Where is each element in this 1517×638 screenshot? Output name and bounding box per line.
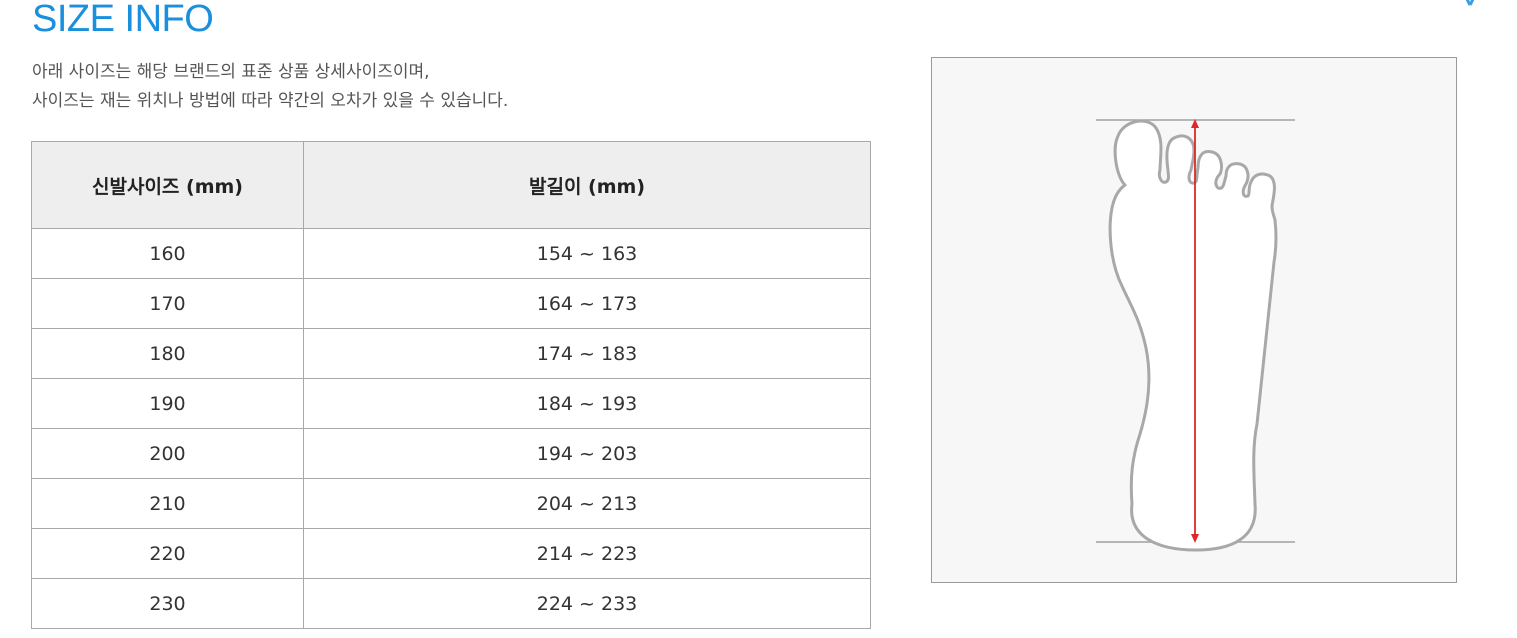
table-row: 210 204 ~ 213 [31, 478, 871, 529]
foot-length-cell: 204 ~ 213 [303, 478, 871, 529]
shoe-size-cell: 170 [31, 278, 304, 329]
description-line-2: 사이즈는 재는 위치나 방법에 따라 약간의 오차가 있을 수 있습니다. [32, 91, 509, 111]
shoe-size-cell: 220 [31, 528, 304, 579]
close-icon[interactable] [1450, 0, 1490, 8]
table-row: 200 194 ~ 203 [31, 428, 871, 479]
table-row: 170 164 ~ 173 [31, 278, 871, 329]
shoe-size-cell: 160 [31, 228, 304, 279]
foot-length-diagram-icon [1096, 119, 1295, 552]
page-title: SIZE INFO [32, 0, 214, 40]
foot-measurement-figure [931, 57, 1457, 583]
table-row: 230 224 ~ 233 [31, 578, 871, 629]
table-row: 220 214 ~ 223 [31, 528, 871, 579]
table-header-row: 신발사이즈 (mm) 발길이 (mm) [31, 141, 871, 229]
foot-length-cell: 224 ~ 233 [303, 578, 871, 629]
table-row: 190 184 ~ 193 [31, 378, 871, 429]
column-header-shoe-size: 신발사이즈 (mm) [31, 141, 304, 229]
shoe-size-cell: 230 [31, 578, 304, 629]
size-table: 신발사이즈 (mm) 발길이 (mm) 160 154 ~ 163 170 16… [31, 141, 871, 629]
shoe-size-cell: 210 [31, 478, 304, 529]
foot-length-cell: 164 ~ 173 [303, 278, 871, 329]
column-header-foot-length: 발길이 (mm) [303, 141, 871, 229]
foot-length-cell: 194 ~ 203 [303, 428, 871, 479]
foot-length-cell: 184 ~ 193 [303, 378, 871, 429]
foot-length-cell: 214 ~ 223 [303, 528, 871, 579]
shoe-size-cell: 180 [31, 328, 304, 379]
table-row: 160 154 ~ 163 [31, 228, 871, 279]
foot-length-cell: 154 ~ 163 [303, 228, 871, 279]
table-row: 180 174 ~ 183 [31, 328, 871, 379]
shoe-size-cell: 190 [31, 378, 304, 429]
shoe-size-cell: 200 [31, 428, 304, 479]
foot-outline [1108, 119, 1278, 552]
foot-length-cell: 174 ~ 183 [303, 328, 871, 379]
size-description: 아래 사이즈는 해당 브랜드의 표준 상품 상세사이즈이며, 사이즈는 재는 위… [32, 58, 508, 116]
description-line-1: 아래 사이즈는 해당 브랜드의 표준 상품 상세사이즈이며, [32, 62, 430, 82]
